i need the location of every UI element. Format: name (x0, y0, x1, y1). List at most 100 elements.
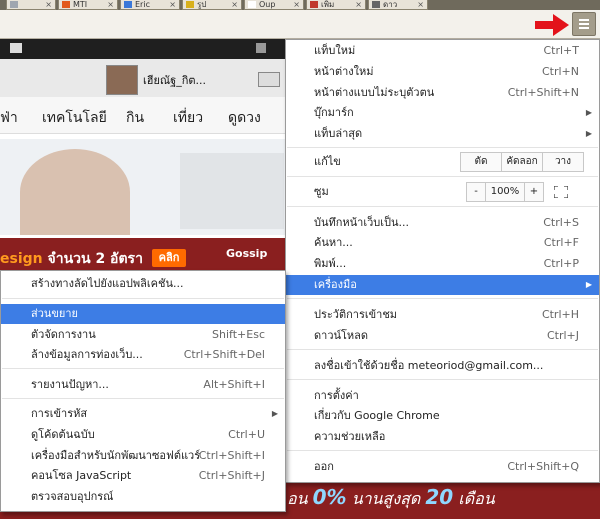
menu-item-help[interactable]: ความช่วยเหลือ (286, 427, 599, 447)
menu-item-settings[interactable]: การตั้งค่า (286, 386, 599, 406)
tab-1[interactable]: MTI × (58, 0, 118, 10)
menu-label: ความช่วยเหลือ (314, 430, 386, 443)
menu-item-find[interactable]: ค้นหา... Ctrl+F (286, 233, 599, 253)
banner-pre: อน (287, 489, 313, 508)
menu-label: แก้ไข (314, 155, 341, 168)
menu-label: บุ๊กมาร์ก (314, 106, 354, 119)
menu-item-exit[interactable]: ออก Ctrl+Shift+Q (286, 457, 599, 477)
menu-item-new-window[interactable]: หน้าต่างใหม่ Ctrl+N (286, 62, 599, 82)
submenu-item-js-console[interactable]: คอนโซล JavaScript Ctrl+Shift+J (1, 466, 285, 486)
hamburger-bar (579, 27, 589, 29)
chrome-menu-button[interactable] (572, 12, 596, 36)
menu-shortcut: Ctrl+J (546, 329, 579, 342)
menu-item-history[interactable]: ประวัติการเข้าชม Ctrl+H (286, 305, 599, 325)
nav-item-1[interactable]: เทคโนโลยี (42, 107, 107, 129)
fullscreen-icon[interactable] (554, 186, 568, 198)
banner-num: 20 (425, 485, 454, 509)
tab-title: ดาว (383, 0, 398, 9)
menu-label: คอนโซล JavaScript (31, 469, 132, 482)
close-icon[interactable]: × (45, 0, 52, 9)
submenu-arrow-icon: ▶ (585, 280, 592, 289)
favicon-icon (310, 1, 318, 8)
submenu-item-extensions[interactable]: ส่วนขยาย (1, 304, 285, 324)
close-icon[interactable]: × (293, 0, 300, 9)
close-icon[interactable]: × (231, 0, 238, 9)
menu-item-save-page[interactable]: บันทึกหน้าเว็บเป็น... Ctrl+S (286, 213, 599, 233)
tab-3[interactable]: รูป × (182, 0, 242, 10)
close-icon[interactable]: × (107, 0, 114, 9)
menu-label: พิมพ์... (314, 257, 347, 270)
submenu-item-clear-data[interactable]: ล้างข้อมูลการท่องเว็บ... Ctrl+Shift+Del (1, 345, 285, 365)
nav-item-3[interactable]: เที่ยว (173, 107, 203, 129)
menu-separator (287, 147, 598, 148)
menu-item-bookmarks[interactable]: บุ๊กมาร์ก ▶ (286, 103, 599, 123)
nav-item-0[interactable]: ฟ่า (0, 107, 18, 129)
submenu-item-create-shortcut[interactable]: สร้างทางลัดไปยังแอปพลิเคชัน... (1, 274, 285, 294)
menu-label: เกี่ยวกับ Google Chrome (314, 409, 440, 422)
close-icon[interactable]: × (417, 0, 424, 9)
close-icon[interactable]: × (169, 0, 176, 9)
menu-item-incognito[interactable]: หน้าต่างแบบไม่ระบุตัวตน Ctrl+Shift+N (286, 83, 599, 103)
tab-0[interactable]: × (6, 0, 56, 10)
menu-label: ลงชื่อเข้าใช้ด้วยชื่อ meteoriod@gmail.co… (314, 359, 544, 372)
menu-separator (287, 450, 598, 451)
menu-label: สร้างทางลัดไปยังแอปพลิเคชัน... (31, 277, 184, 290)
menu-shortcut: Ctrl+H (541, 308, 579, 321)
close-icon[interactable]: × (355, 0, 362, 9)
site-logo-icon[interactable] (10, 43, 22, 53)
submenu-item-report-issue[interactable]: รายงานปัญหา... Alt+Shift+I (1, 375, 285, 395)
submenu-item-dev-tools[interactable]: เครื่องมือสำหรับนักพัฒนาซอฟต์แวร์ Ctrl+Sh… (1, 446, 285, 466)
menu-item-new-tab[interactable]: แท็บใหม่ Ctrl+T (286, 41, 599, 61)
submenu-arrow-icon: ▶ (271, 409, 278, 418)
gossip-label[interactable]: Gossip (226, 247, 267, 260)
menu-label: การตั้งค่า (314, 389, 359, 402)
favicon-icon (124, 1, 132, 8)
menu-label: รายงานปัญหา... (31, 378, 109, 391)
username[interactable]: เฮียณัฐ_กิต... (143, 71, 206, 89)
zoom-out-button[interactable]: - (466, 182, 486, 202)
zoom-in-button[interactable]: + (524, 182, 544, 202)
site-tool-icon[interactable] (256, 43, 266, 53)
edit-copy-button[interactable]: คัดลอก (501, 152, 543, 172)
menu-label: ตรวจสอบอุปกรณ์ (31, 490, 114, 503)
nav-item-4[interactable]: ดูดวง (228, 107, 261, 129)
menu-separator (287, 349, 598, 350)
tab-6[interactable]: ดาว × (368, 0, 428, 10)
submenu-item-task-manager[interactable]: ตัวจัดการงาน Shift+Esc (1, 325, 285, 345)
edit-paste-button[interactable]: วาง (542, 152, 584, 172)
menu-item-signed-in[interactable]: ลงชื่อเข้าใช้ด้วยชื่อ meteoriod@gmail.co… (286, 356, 599, 376)
hero-image (0, 139, 285, 235)
menu-label: เครื่องมือสำหรับนักพัฒนาซอฟต์แวร์ (31, 449, 201, 462)
mail-icon[interactable] (258, 72, 280, 87)
menu-label: การเข้ารหัส (31, 407, 88, 420)
edit-cut-button[interactable]: ตัด (460, 152, 502, 172)
avatar[interactable] (106, 65, 138, 95)
submenu-item-view-source[interactable]: ดูโค้ดต้นฉบับ Ctrl+U (1, 425, 285, 445)
menu-label: ค้นหา... (314, 236, 353, 249)
tab-4[interactable]: Oup × (244, 0, 304, 10)
menu-item-about[interactable]: เกี่ยวกับ Google Chrome (286, 406, 599, 426)
submenu-item-encoding[interactable]: การเข้ารหัส ▶ (1, 404, 285, 424)
submenu-item-inspect-devices[interactable]: ตรวจสอบอุปกรณ์ (1, 487, 285, 507)
submenu-arrow-icon: ▶ (585, 108, 592, 117)
menu-shortcut: Ctrl+Shift+I (198, 449, 265, 462)
promo-click-button[interactable]: คลิก (152, 249, 186, 267)
menu-shortcut: Ctrl+N (541, 65, 579, 78)
hero-panel (180, 153, 284, 229)
menu-item-recent-tabs[interactable]: แท็บล่าสุด ▶ (286, 124, 599, 144)
menu-label: แท็บล่าสุด (314, 127, 363, 140)
tab-2[interactable]: Eric × (120, 0, 180, 10)
menu-shortcut: Ctrl+S (543, 216, 579, 229)
menu-item-downloads[interactable]: ดาวน์โหลด Ctrl+J (286, 326, 599, 346)
banner-post: เดือน (453, 489, 495, 508)
menu-shortcut: Ctrl+P (543, 257, 579, 270)
favicon-icon (186, 1, 194, 8)
menu-separator (2, 398, 284, 399)
banner-text: อน 0% นานสูงสุด 20 เดือน (287, 485, 495, 512)
menu-label: บันทึกหน้าเว็บเป็น... (314, 216, 410, 229)
nav-item-2[interactable]: กิน (126, 107, 144, 129)
menu-item-tools[interactable]: เครื่องมือ ▶ (286, 275, 599, 295)
tab-5[interactable]: เพิ่ม × (306, 0, 366, 10)
red-arrow-icon (535, 14, 569, 36)
menu-item-print[interactable]: พิมพ์... Ctrl+P (286, 254, 599, 274)
